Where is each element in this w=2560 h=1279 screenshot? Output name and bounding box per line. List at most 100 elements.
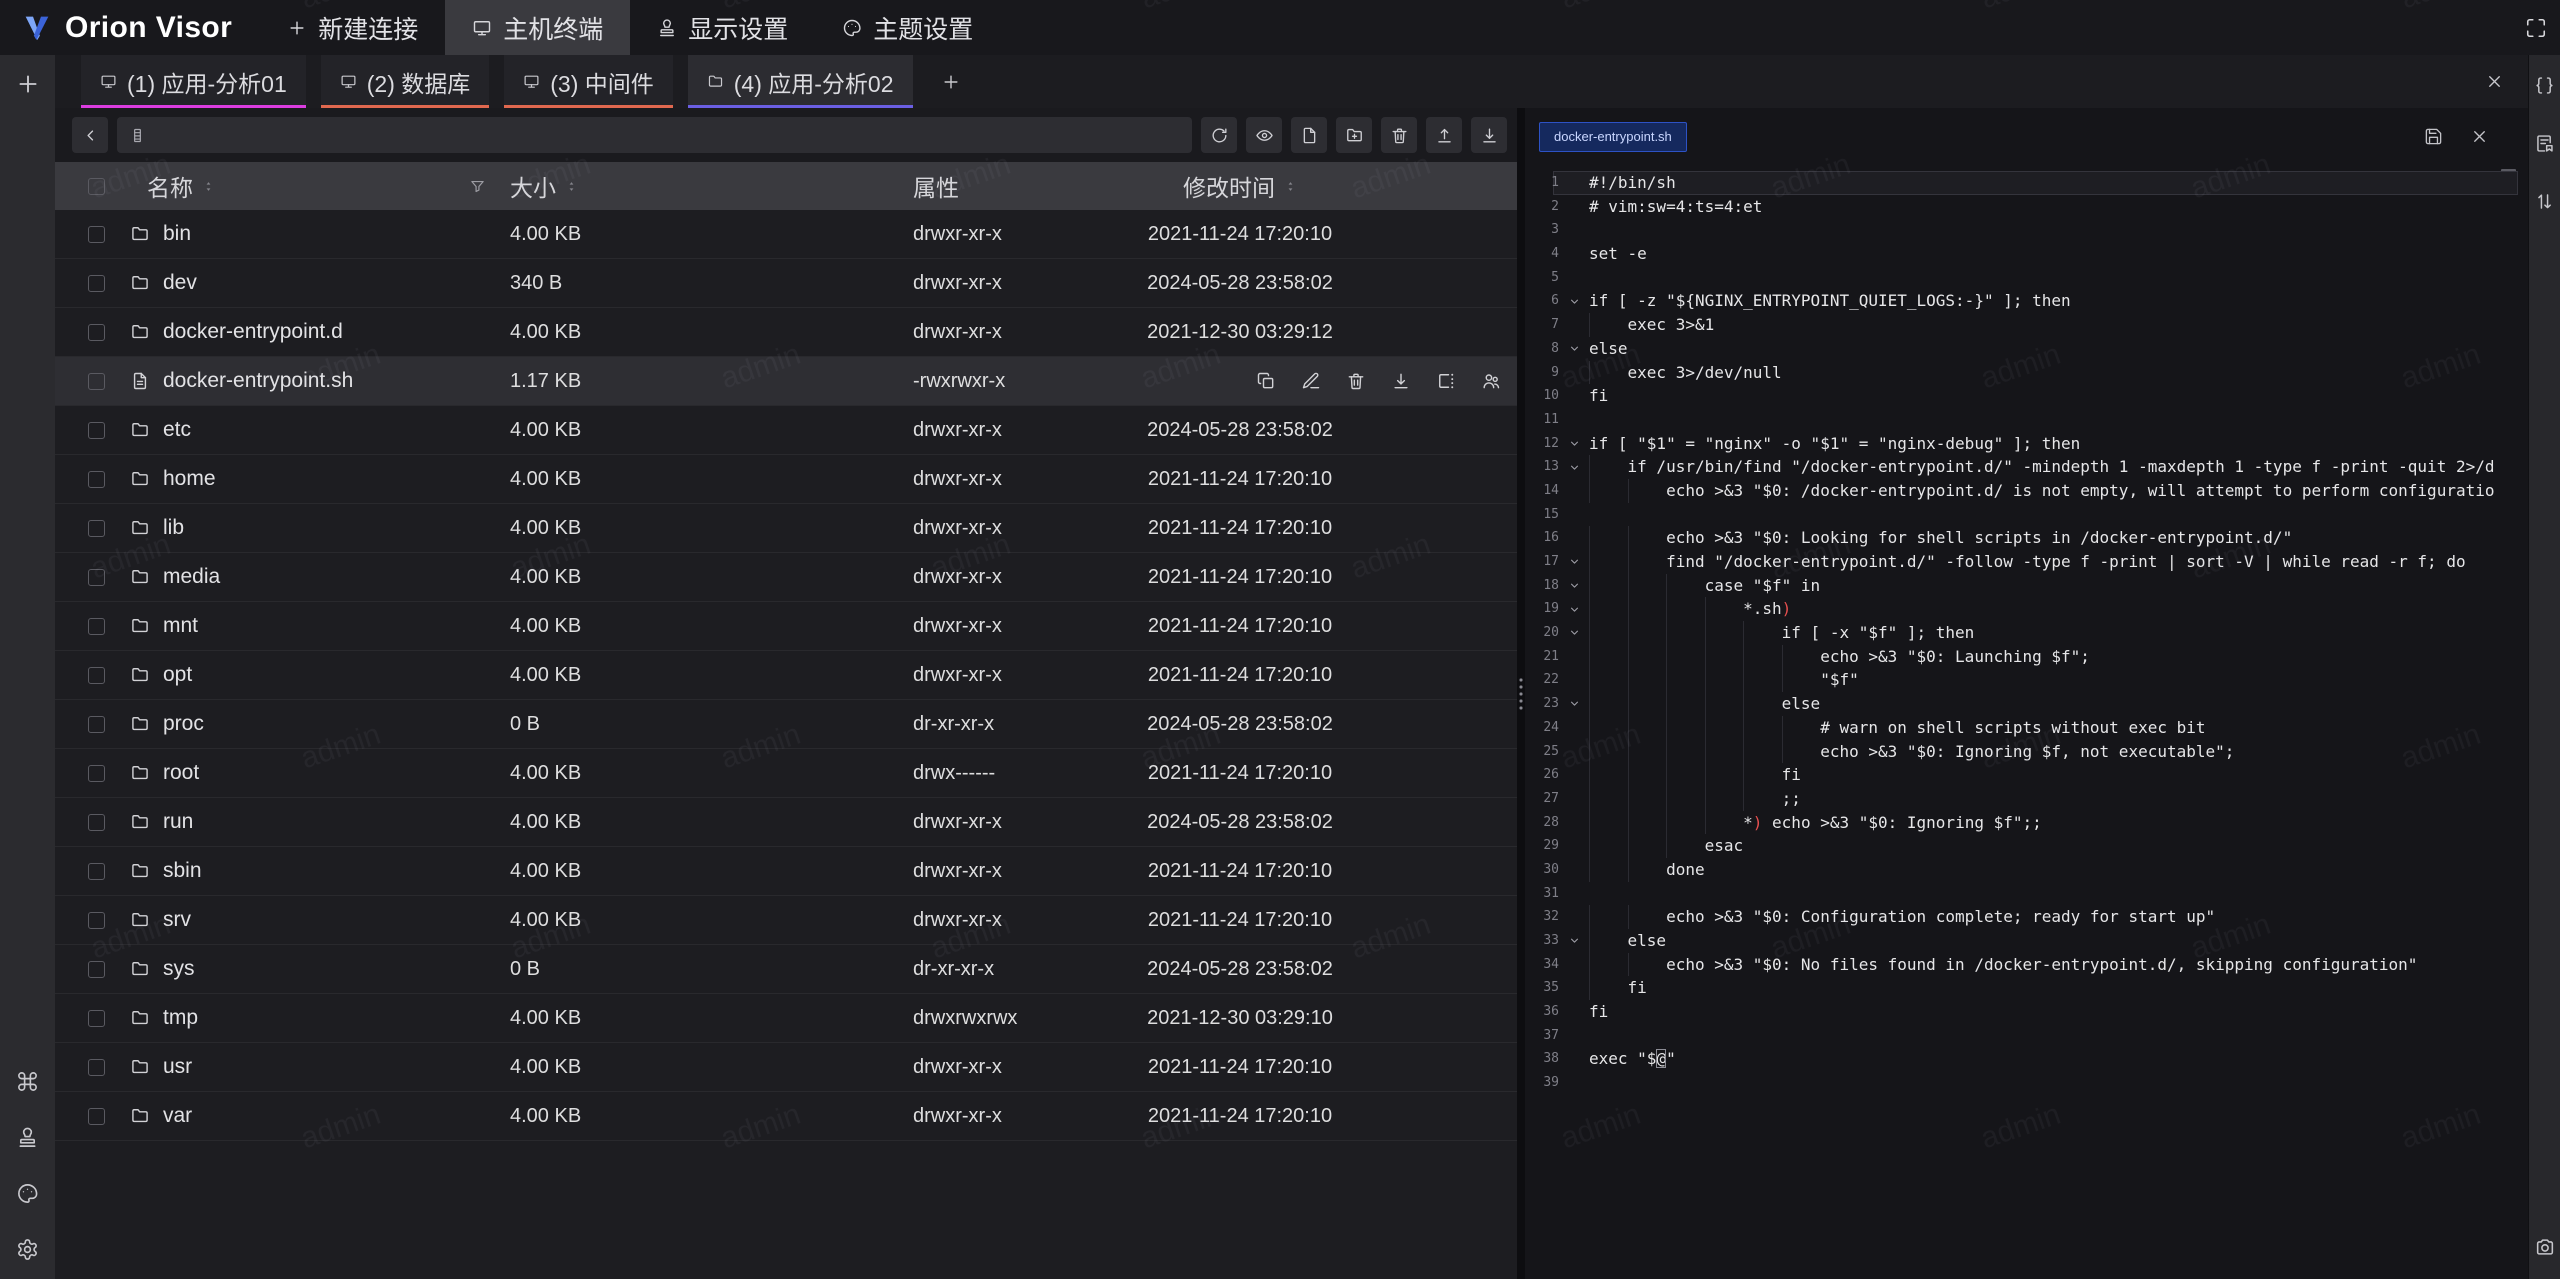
- row-checkbox[interactable]: [88, 716, 105, 733]
- terminal-tab[interactable]: (2) 数据库: [321, 55, 490, 108]
- file-row[interactable]: dev340 Bdrwxr-xr-x2024-05-28 23:58:02: [55, 259, 1517, 308]
- fold-icon[interactable]: [1559, 692, 1589, 716]
- row-checkbox[interactable]: [88, 226, 105, 243]
- file-name[interactable]: tmp: [163, 1006, 198, 1030]
- file-name[interactable]: mnt: [163, 614, 198, 638]
- sort-icon[interactable]: [1284, 180, 1297, 193]
- file-row[interactable]: usr4.00 KBdrwxr-xr-x2021-11-24 17:20:10: [55, 1043, 1517, 1092]
- delete-icon[interactable]: [1346, 371, 1366, 391]
- file-name[interactable]: docker-entrypoint.sh: [163, 369, 353, 393]
- file-row[interactable]: srv4.00 KBdrwxr-xr-x2021-11-24 17:20:10: [55, 896, 1517, 945]
- plus-icon[interactable]: [941, 72, 961, 92]
- file-name[interactable]: media: [163, 565, 220, 589]
- download-icon[interactable]: [1391, 371, 1411, 391]
- path-input[interactable]: [155, 124, 1180, 147]
- row-checkbox[interactable]: [88, 275, 105, 292]
- select-all-checkbox[interactable]: [88, 178, 105, 195]
- preview-button[interactable]: [1246, 117, 1282, 153]
- file-row[interactable]: root4.00 KBdrwx------2021-11-24 17:20:10: [55, 749, 1517, 798]
- sort-lines-icon[interactable]: [2534, 191, 2555, 212]
- fold-icon[interactable]: [1559, 574, 1589, 598]
- row-checkbox[interactable]: [88, 569, 105, 586]
- file-row[interactable]: bin4.00 KBdrwxr-xr-x2021-11-24 17:20:10: [55, 210, 1517, 259]
- file-name[interactable]: lib: [163, 516, 184, 540]
- file-row[interactable]: proc0 Bdr-xr-xr-x2024-05-28 23:58:02: [55, 700, 1517, 749]
- fold-icon[interactable]: [1559, 455, 1589, 479]
- nav-item[interactable]: 主题设置: [815, 0, 1000, 55]
- refresh-button[interactable]: [1201, 117, 1237, 153]
- permission-icon[interactable]: [1481, 371, 1501, 391]
- new-file-button[interactable]: [1291, 117, 1327, 153]
- gear-icon[interactable]: [16, 1238, 39, 1261]
- file-name[interactable]: var: [163, 1104, 192, 1128]
- terminal-tab[interactable]: (1) 应用-分析01: [81, 55, 306, 108]
- file-name[interactable]: sys: [163, 957, 195, 981]
- fullscreen-icon[interactable]: [2525, 17, 2547, 39]
- chevron-left-icon[interactable]: [81, 126, 100, 145]
- delete-button[interactable]: [1381, 117, 1417, 153]
- palette-icon[interactable]: [16, 1182, 39, 1205]
- filter-icon[interactable]: [469, 178, 486, 195]
- row-checkbox[interactable]: [88, 422, 105, 439]
- fold-icon[interactable]: [1559, 597, 1589, 621]
- file-name[interactable]: docker-entrypoint.d: [163, 320, 343, 344]
- fold-icon[interactable]: [1559, 337, 1589, 361]
- file-name[interactable]: opt: [163, 663, 192, 687]
- download-button[interactable]: [1471, 117, 1507, 153]
- row-checkbox[interactable]: [88, 618, 105, 635]
- close-editor-icon[interactable]: [2470, 127, 2489, 146]
- doc-bookmark-icon[interactable]: [2534, 133, 2555, 154]
- row-checkbox[interactable]: [88, 814, 105, 831]
- back-button[interactable]: [72, 117, 108, 153]
- row-checkbox[interactable]: [88, 667, 105, 684]
- sort-icon[interactable]: [202, 180, 215, 193]
- file-name[interactable]: usr: [163, 1055, 192, 1079]
- move-icon[interactable]: [1436, 371, 1456, 391]
- row-checkbox[interactable]: [88, 471, 105, 488]
- row-checkbox[interactable]: [88, 520, 105, 537]
- row-checkbox[interactable]: [88, 765, 105, 782]
- stamp-icon[interactable]: [16, 1126, 39, 1149]
- file-name[interactable]: sbin: [163, 859, 202, 883]
- close-icon[interactable]: [2485, 72, 2504, 91]
- file-row[interactable]: lib4.00 KBdrwxr-xr-x2021-11-24 17:20:10: [55, 504, 1517, 553]
- fold-icon[interactable]: [1559, 929, 1589, 953]
- camera-icon[interactable]: [2534, 1236, 2556, 1258]
- file-row[interactable]: sbin4.00 KBdrwxr-xr-x2021-11-24 17:20:10: [55, 847, 1517, 896]
- braces-icon[interactable]: [2534, 75, 2555, 96]
- close-tabs-icon[interactable]: [2485, 72, 2504, 91]
- fold-icon[interactable]: [1559, 289, 1589, 313]
- row-checkbox[interactable]: [88, 1010, 105, 1027]
- row-checkbox[interactable]: [88, 324, 105, 341]
- file-row[interactable]: home4.00 KBdrwxr-xr-x2021-11-24 17:20:10: [55, 455, 1517, 504]
- file-name[interactable]: etc: [163, 418, 191, 442]
- command-icon[interactable]: [16, 1070, 39, 1093]
- file-row[interactable]: sys0 Bdr-xr-xr-x2024-05-28 23:58:02: [55, 945, 1517, 994]
- file-row[interactable]: docker-entrypoint.sh1.17 KB-rwxrwxr-x: [55, 357, 1517, 406]
- file-row[interactable]: tmp4.00 KBdrwxrwxrwx2021-12-30 03:29:10: [55, 994, 1517, 1043]
- file-row[interactable]: docker-entrypoint.d4.00 KBdrwxr-xr-x2021…: [55, 308, 1517, 357]
- nav-item[interactable]: 主机终端: [445, 0, 630, 55]
- close-icon[interactable]: [2470, 127, 2489, 146]
- editor-file-tab[interactable]: docker-entrypoint.sh: [1539, 122, 1687, 152]
- nav-item[interactable]: 新建连接: [260, 0, 445, 55]
- file-name[interactable]: home: [163, 467, 216, 491]
- file-row[interactable]: media4.00 KBdrwxr-xr-x2021-11-24 17:20:1…: [55, 553, 1517, 602]
- file-name[interactable]: run: [163, 810, 193, 834]
- copy-icon[interactable]: [1256, 371, 1276, 391]
- plus-icon[interactable]: [15, 71, 41, 97]
- fullscreen-icon[interactable]: [2525, 17, 2547, 39]
- edit-icon[interactable]: [1301, 371, 1321, 391]
- save-icon[interactable]: [2424, 127, 2443, 146]
- file-name[interactable]: bin: [163, 222, 191, 246]
- terminal-tab[interactable]: (3) 中间件: [504, 55, 673, 108]
- add-tab-button[interactable]: [928, 55, 974, 108]
- save-icon[interactable]: [2424, 127, 2443, 146]
- file-row[interactable]: etc4.00 KBdrwxr-xr-x2024-05-28 23:58:02: [55, 406, 1517, 455]
- file-name[interactable]: dev: [163, 271, 197, 295]
- new-tab-button[interactable]: [15, 71, 41, 97]
- file-name[interactable]: root: [163, 761, 199, 785]
- row-checkbox[interactable]: [88, 961, 105, 978]
- fold-icon[interactable]: [1559, 621, 1589, 645]
- sort-icon[interactable]: [565, 180, 578, 193]
